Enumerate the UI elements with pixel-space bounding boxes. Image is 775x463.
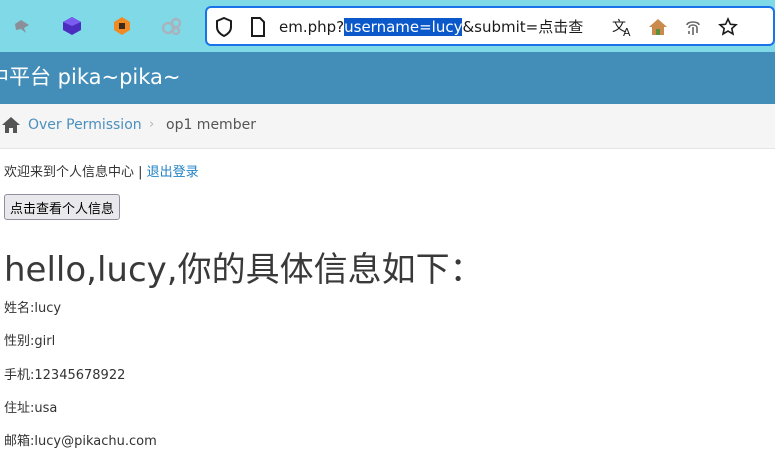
page-icon[interactable] [247,16,269,38]
cube-ext-icon[interactable] [60,14,84,38]
shield-icon[interactable] [213,16,235,38]
home-icon[interactable] [1,115,21,135]
info-value: girl [34,334,56,349]
info-email: 邮箱:lucy@pikachu.com [4,430,157,449]
site-header: 中平台 pika~pika~ [0,52,775,104]
info-label: 姓名: [4,301,35,316]
breadcrumb: Over Permission › op1 member [0,104,775,149]
url-selection: username=lucy [344,18,463,36]
hello-heading: hello,lucy,你的具体信息如下： [4,250,484,290]
svg-text:A: A [623,26,631,37]
translate-icon[interactable]: 文A [612,16,634,38]
info-label: 邮箱: [4,434,35,449]
info-value: lucy [34,301,62,316]
url-suffix: &submit=点击查 [462,18,584,36]
info-name: 姓名:lucy [4,297,61,316]
welcome-separator: | [134,165,147,180]
info-value: lucy@pikachu.com [34,434,157,449]
info-label: 手机: [4,368,35,383]
info-address: 住址:usa [4,397,57,416]
fingerprint-icon[interactable] [682,16,704,38]
site-title: 中平台 pika~pika~ [0,65,181,89]
breadcrumb-current: op1 member [166,117,256,133]
tool-ext-icon[interactable] [10,14,34,38]
info-value: usa [34,401,58,416]
url-prefix: em.php? [279,18,345,36]
welcome-line: 欢迎来到个人信息中心 | 退出登录 [4,161,199,180]
metamask-ext-icon[interactable] [110,14,134,38]
welcome-text: 欢迎来到个人信息中心 [4,165,135,180]
breadcrumb-separator: › [149,117,155,132]
star-icon[interactable] [717,16,739,38]
home-ext-icon[interactable] [647,16,669,38]
info-gender: 性别:girl [4,330,55,349]
circles-ext-icon[interactable] [160,14,184,38]
view-info-button[interactable]: 点击查看个人信息 [4,194,121,220]
url-text[interactable]: em.php?username=lucy&submit=点击查 [279,16,609,38]
breadcrumb-link[interactable]: Over Permission [28,117,142,133]
info-label: 住址: [4,401,35,416]
info-label: 性别: [4,334,35,349]
address-bar[interactable]: em.php?username=lucy&submit=点击查 文A [205,6,775,46]
info-value: 12345678922 [34,368,126,383]
info-phone: 手机:12345678922 [4,364,125,383]
browser-toolbar: em.php?username=lucy&submit=点击查 文A [0,0,775,52]
logout-link[interactable]: 退出登录 [147,165,199,180]
